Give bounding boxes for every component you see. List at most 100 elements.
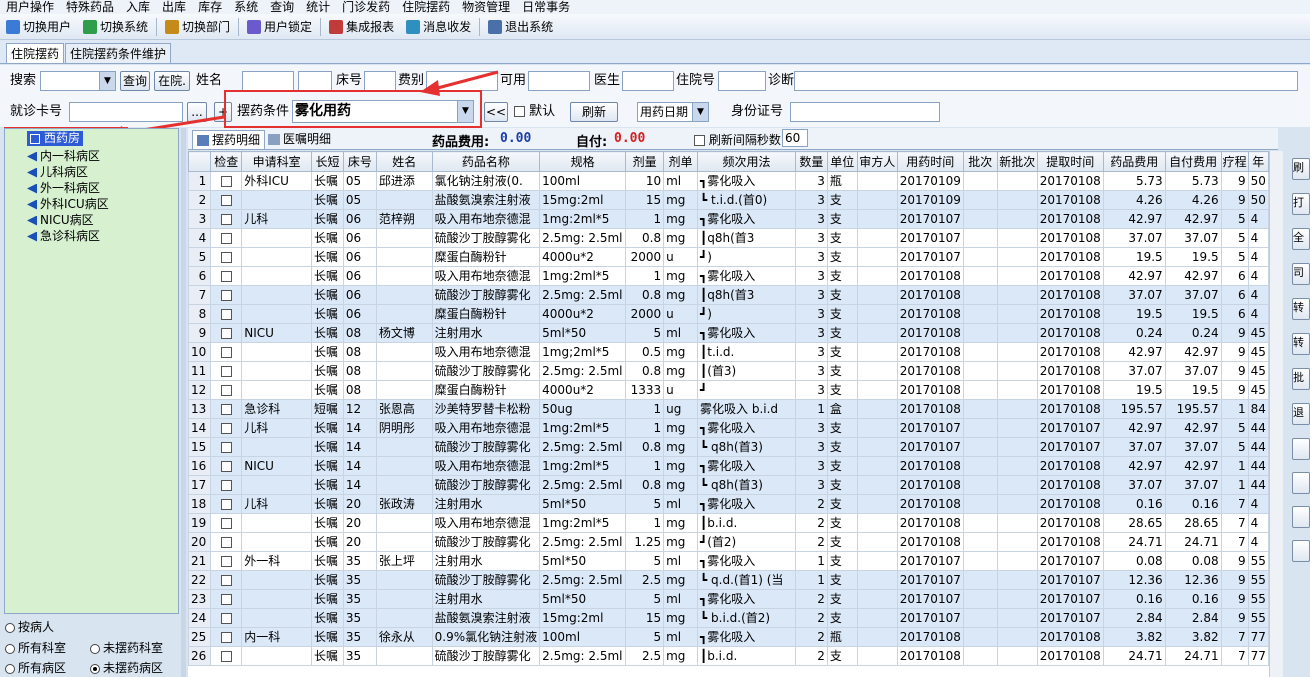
column-header[interactable]: 药品费用: [1102, 151, 1166, 172]
tree-ward-item[interactable]: 儿科病区: [27, 165, 88, 179]
table-row[interactable]: 8 长嘱 06 糜蛋白酶粉针 4000u*2 2000 u ┛) 3 支 20170108 20170…: [188, 304, 1269, 324]
row-checkbox-cell[interactable]: [210, 608, 243, 628]
tree-ward-item[interactable]: 急诊科病区: [27, 229, 100, 243]
table-row[interactable]: 26 长嘱 35 硫酸沙丁胺醇雾化 2.5mg: 2.5ml 2.5 mg ┃b.i.d. 2 支…: [188, 646, 1269, 666]
refresh-interval-checkbox[interactable]: 刷新间隔秒数: [694, 131, 781, 148]
column-header[interactable]: 检查: [210, 151, 243, 172]
column-header[interactable]: 姓名: [375, 151, 433, 172]
row-checkbox[interactable]: [220, 537, 232, 548]
side-action-button[interactable]: [1292, 540, 1310, 562]
table-row[interactable]: 9 NICU 长嘱 08 杨文博 注射用水 5ml*50 5 ml ┓雾化吸入 3 支 20170108…: [188, 323, 1269, 343]
table-row[interactable]: 2 长嘱 05 盐酸氨溴索注射液 15mg:2ml 15 mg ┗ t.i.d.(首0) 3 支 2…: [188, 190, 1269, 210]
grid-vertical-scrollbar[interactable]: [1269, 151, 1283, 677]
row-checkbox-cell[interactable]: [210, 190, 243, 210]
row-checkbox-cell[interactable]: [210, 437, 243, 457]
column-header[interactable]: 频次用法: [697, 151, 796, 172]
table-row[interactable]: 17 长嘱 14 硫酸沙丁胺醇雾化 2.5mg: 2.5ml 0.8 mg ┗ q8h(首3)…: [188, 475, 1269, 495]
row-checkbox-cell[interactable]: [210, 209, 243, 229]
column-header[interactable]: 提取时间: [1036, 151, 1104, 172]
panel-splitter[interactable]: [181, 128, 186, 677]
table-row[interactable]: 18 儿科 长嘱 20 张政涛 注射用水 5ml*50 5 ml ┓雾化吸入 2 支 20170108 2…: [188, 494, 1269, 514]
side-action-button[interactable]: 全: [1292, 228, 1310, 250]
row-checkbox[interactable]: [220, 613, 232, 624]
column-header[interactable]: 床号: [342, 151, 377, 172]
table-row[interactable]: 5 长嘱 06 糜蛋白酶粉针 4000u*2 2000 u ┛) 3 支 20170107 20170…: [188, 247, 1269, 267]
tab-order-detail[interactable]: 医嘱明细: [264, 130, 335, 149]
column-header[interactable]: 剂量: [625, 151, 665, 172]
column-header[interactable]: 审方人: [856, 151, 898, 172]
table-row[interactable]: 7 长嘱 06 硫酸沙丁胺醇雾化 2.5mg: 2.5ml 0.8 mg ┃q8h(首3 3 支 2…: [188, 285, 1269, 305]
row-checkbox-cell[interactable]: [210, 342, 243, 362]
table-row[interactable]: 25 内一科 长嘱 35 徐永从 0.9%氯化钠注射液 100ml 5 ml ┓雾化吸入 2 瓶 201…: [188, 627, 1269, 647]
row-checkbox-cell[interactable]: [210, 475, 243, 495]
table-row[interactable]: 1 外科ICU 长嘱 05 邱进添 氯化钠注射液(0. 100ml 10 ml ┓雾化吸入 3 瓶 20…: [188, 171, 1269, 191]
radio-option[interactable]: 所有病区: [5, 661, 66, 675]
column-header[interactable]: 数量: [794, 151, 828, 172]
table-row[interactable]: 16 NICU 长嘱 14 吸入用布地奈德混 1mg:2ml*5 1 mg ┓雾化吸入 3 支 201…: [188, 456, 1269, 476]
row-checkbox-cell[interactable]: [210, 399, 243, 419]
row-checkbox[interactable]: [220, 518, 232, 529]
row-checkbox[interactable]: [220, 309, 232, 320]
row-checkbox[interactable]: [220, 252, 232, 263]
row-checkbox[interactable]: [220, 347, 232, 358]
row-checkbox-cell[interactable]: [210, 285, 243, 305]
row-checkbox[interactable]: [220, 499, 232, 510]
row-checkbox-cell[interactable]: [210, 304, 243, 324]
tab-dispensing-detail[interactable]: 摆药明细: [192, 130, 266, 149]
column-header[interactable]: 单位: [826, 151, 858, 172]
tree-ward-item[interactable]: 内一科病区: [27, 149, 100, 163]
row-checkbox-cell[interactable]: [210, 171, 243, 191]
row-checkbox[interactable]: [220, 480, 232, 491]
row-checkbox[interactable]: [220, 176, 232, 187]
column-header[interactable]: 药品名称: [431, 151, 541, 172]
table-row[interactable]: 13 急诊科 短嘱 12 张恩高 沙美特罗替卡松粉 50ug 1 ug 雾化吸入 b.i.d 1 盒 2…: [188, 399, 1269, 419]
table-row[interactable]: 23 长嘱 35 注射用水 5ml*50 5 ml ┓雾化吸入 2 支 20170107 201701…: [188, 589, 1269, 609]
side-action-button[interactable]: 刷: [1292, 158, 1310, 180]
side-action-button[interactable]: 转: [1292, 333, 1310, 355]
row-checkbox[interactable]: [220, 233, 232, 244]
table-row[interactable]: 11 长嘱 08 硫酸沙丁胺醇雾化 2.5mg: 2.5ml 0.8 mg ┃(首3) 3 支 20…: [188, 361, 1269, 381]
column-header[interactable]: 年: [1247, 151, 1269, 172]
row-checkbox-cell[interactable]: [210, 361, 243, 381]
row-checkbox[interactable]: [220, 195, 232, 206]
radio-option[interactable]: 按病人: [5, 620, 54, 634]
row-checkbox[interactable]: [220, 594, 232, 605]
radio-option[interactable]: 未摆药科室: [90, 641, 163, 655]
row-checkbox[interactable]: [220, 575, 232, 586]
table-row[interactable]: 3 儿科 长嘱 06 范梓朔 吸入用布地奈德混 1mg:2ml*5 1 mg ┓雾化吸入 3 支 201…: [188, 209, 1269, 229]
tree-ward-item[interactable]: NICU病区: [27, 213, 94, 227]
row-checkbox-cell[interactable]: [210, 228, 243, 248]
column-header[interactable]: 剂单: [663, 151, 699, 172]
column-header[interactable]: 新批次: [996, 151, 1038, 172]
row-checkbox-cell[interactable]: [210, 589, 243, 609]
column-header[interactable]: 长短: [310, 151, 344, 172]
row-checkbox-cell[interactable]: [210, 532, 243, 552]
row-checkbox[interactable]: [220, 385, 232, 396]
row-checkbox[interactable]: [220, 556, 232, 567]
row-checkbox[interactable]: [220, 214, 232, 225]
refresh-interval-input[interactable]: 60: [782, 129, 808, 147]
column-header[interactable]: 自付费用: [1164, 151, 1222, 172]
table-row[interactable]: 22 长嘱 35 硫酸沙丁胺醇雾化 2.5mg: 2.5ml 2.5 mg ┗ q.d.(首1…: [188, 570, 1269, 590]
column-header[interactable]: 批次: [962, 151, 998, 172]
table-row[interactable]: 24 长嘱 35 盐酸氨溴索注射液 15mg:2ml 15 mg ┗ b.i.d.(首2) 2 支…: [188, 608, 1269, 628]
row-checkbox-cell[interactable]: [210, 494, 243, 514]
side-action-button[interactable]: 退: [1292, 403, 1310, 425]
row-checkbox[interactable]: [220, 461, 232, 472]
table-row[interactable]: 21 外一科 长嘱 35 张上坪 注射用水 5ml*50 5 ml ┓雾化吸入 1 支 20170107…: [188, 551, 1269, 571]
row-checkbox-cell[interactable]: [210, 380, 243, 400]
row-checkbox-cell[interactable]: [210, 551, 243, 571]
row-checkbox[interactable]: [220, 290, 232, 301]
side-action-button[interactable]: 司: [1292, 263, 1310, 285]
table-row[interactable]: 14 儿科 长嘱 14 阴明彤 吸入用布地奈德混 1mg:2ml*5 1 mg ┓雾化吸入 3 支 20…: [188, 418, 1269, 438]
column-header[interactable]: 规格: [539, 151, 627, 172]
tree-ward-item[interactable]: 外一科病区: [27, 181, 100, 195]
row-checkbox-cell[interactable]: [210, 323, 243, 343]
side-action-button[interactable]: 批: [1292, 368, 1310, 390]
row-checkbox-cell[interactable]: [210, 513, 243, 533]
side-action-button[interactable]: [1292, 438, 1310, 460]
table-row[interactable]: 20 长嘱 20 硫酸沙丁胺醇雾化 2.5mg: 2.5ml 1.25 mg ┛(首2) 2 支 2…: [188, 532, 1269, 552]
row-checkbox[interactable]: [220, 632, 232, 643]
tree-root-pharmacy[interactable]: 西药房: [27, 131, 84, 146]
column-header[interactable]: 用药时间: [896, 151, 964, 172]
